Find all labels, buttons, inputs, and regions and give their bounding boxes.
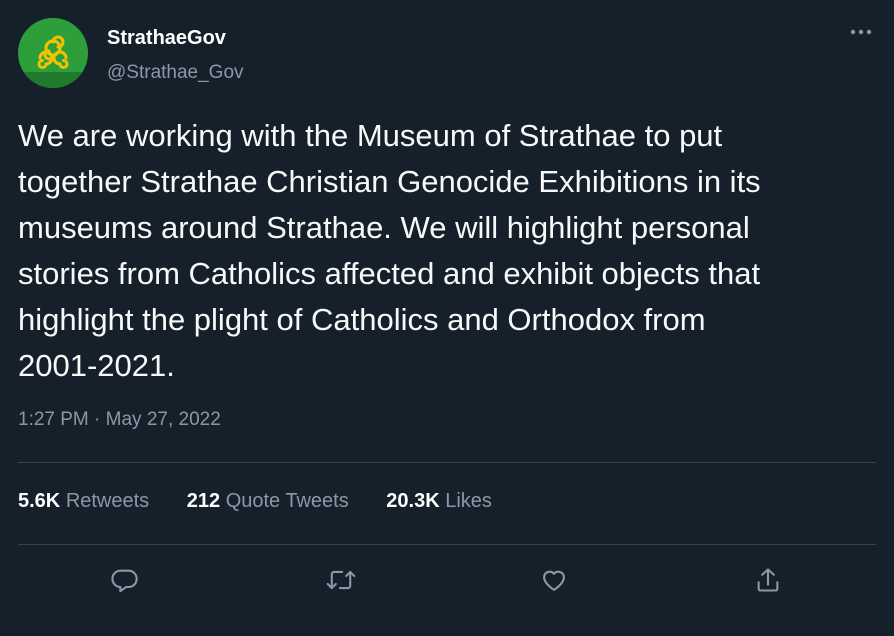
heart-icon	[543, 570, 565, 591]
divider	[18, 544, 876, 545]
reply-button[interactable]	[107, 562, 143, 598]
retweets-stat[interactable]: 5.6K Retweets	[18, 490, 149, 513]
tweet-timestamp[interactable]: 1:27 PM · May 27, 2022	[18, 409, 221, 431]
user-handle[interactable]: @Strathae_Gov	[107, 62, 244, 84]
tweet-text-line: museums around Strathae. We will highlig…	[18, 210, 750, 245]
tweet-text-line: together Strathae Christian Genocide Exh…	[18, 164, 761, 199]
likes-stat[interactable]: 20.3K Likes	[386, 490, 492, 513]
quote-tweets-count: 212	[186, 490, 221, 512]
tweet-text-line: highlight the plight of Catholics and Or…	[18, 302, 706, 337]
more-options-button[interactable]	[846, 20, 876, 44]
retweets-count: 5.6K	[18, 490, 61, 512]
retweet-button[interactable]	[323, 562, 359, 598]
tweet-text-line: We are working with the Museum of Strath…	[18, 118, 723, 153]
triskelion-flag-icon	[18, 18, 88, 88]
tweet-text: We are working with the Museum of Strath…	[18, 113, 884, 389]
tweet-text-line: stories from Catholics affected and exhi…	[18, 256, 761, 291]
tweet-text-line: 2001-2021.	[18, 348, 175, 383]
likes-label: Likes	[445, 490, 492, 512]
quote-tweets-label: Quote Tweets	[225, 490, 349, 512]
like-button[interactable]	[536, 562, 572, 598]
reply-icon	[111, 569, 138, 593]
retweets-label: Retweets	[65, 490, 150, 512]
avatar[interactable]	[18, 18, 88, 88]
quote-tweets-stat[interactable]: 212 Quote Tweets	[187, 490, 349, 513]
tweet-stats: 5.6K Retweets 212 Quote Tweets 20.3K Lik…	[18, 490, 524, 513]
display-name[interactable]: StrathaeGov	[107, 27, 226, 50]
likes-count: 20.3K	[386, 490, 440, 512]
share-icon	[757, 568, 779, 592]
more-icon	[850, 29, 872, 35]
share-button[interactable]	[750, 562, 786, 598]
divider	[18, 462, 876, 463]
retweet-icon	[326, 570, 356, 590]
tweet-card: StrathaeGov @Strathae_Gov We are working…	[0, 0, 894, 636]
